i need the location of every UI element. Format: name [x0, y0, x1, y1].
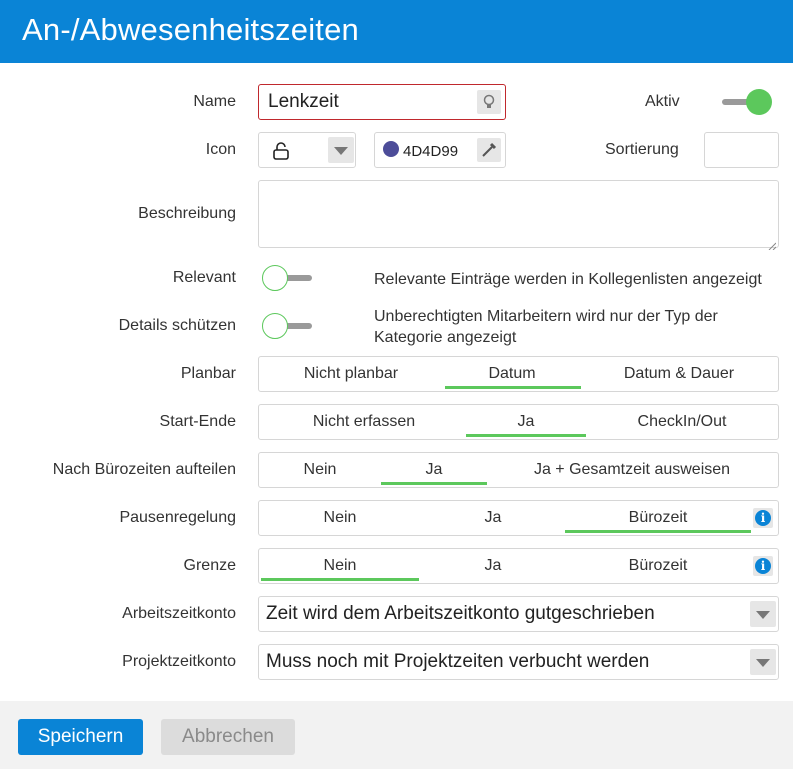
arbeitszeitkonto-value: Zeit wird dem Arbeitszeitkonto gutgeschr…: [266, 603, 655, 624]
planbar-segment: Nicht planbar Datum Datum & Dauer: [258, 356, 779, 392]
dialog-header: An-/Abwesenheitszeiten: [0, 0, 793, 63]
arbeitszeitkonto-label: Arbeitszeitkonto: [122, 605, 236, 622]
pausenregelung-segment: Nein Ja Bürozeit i: [258, 500, 779, 536]
projektzeitkonto-label: Projektzeitkonto: [122, 653, 236, 670]
dialog-title: An-/Abwesenheitszeiten: [22, 12, 359, 47]
buerozeiten-option-gesamtzeit[interactable]: Ja + Gesamtzeit ausweisen: [517, 453, 747, 487]
details-description-line2: Kategorie angezeigt: [374, 329, 517, 346]
relevant-description: Relevante Einträge werden in Kollegenlis…: [374, 271, 762, 288]
cancel-button[interactable]: Abbrechen: [161, 719, 295, 755]
grenze-label: Grenze: [183, 557, 236, 574]
chevron-down-icon[interactable]: [750, 649, 776, 675]
relevant-label: Relevant: [172, 269, 236, 286]
name-input[interactable]: Lenkzeit: [258, 84, 506, 120]
name-input-value: Lenkzeit: [268, 91, 339, 112]
buerozeiten-segment: Nein Ja Ja + Gesamtzeit ausweisen: [258, 452, 779, 488]
active-toggle[interactable]: [720, 89, 774, 117]
projektzeitkonto-select[interactable]: Muss noch mit Projektzeiten verbucht wer…: [258, 644, 779, 680]
sort-label: Sortierung: [605, 141, 679, 158]
lock-icon: [271, 141, 291, 161]
sort-input[interactable]: [704, 132, 779, 168]
start-ende-selected-indicator: [466, 434, 586, 437]
details-description-line1: Unberechtigten Mitarbeitern wird nur der…: [374, 308, 718, 325]
buerozeiten-selected-indicator: [381, 482, 487, 485]
form-body: Name Lenkzeit Aktiv Icon 4D4D99 Sortieru…: [0, 63, 793, 701]
grenze-segment: Nein Ja Bürozeit i: [258, 548, 779, 584]
icon-label: Icon: [205, 141, 236, 158]
color-swatch: [383, 141, 399, 157]
grenze-option-ja[interactable]: Ja: [423, 549, 563, 583]
description-label: Beschreibung: [138, 205, 236, 222]
arbeitszeitkonto-select[interactable]: Zeit wird dem Arbeitszeitkonto gutgeschr…: [258, 596, 779, 632]
grenze-selected-indicator: [261, 578, 419, 581]
start-ende-label: Start-Ende: [159, 413, 236, 430]
chevron-down-icon[interactable]: [328, 137, 354, 163]
planbar-option-datum-dauer[interactable]: Datum & Dauer: [599, 357, 759, 391]
info-icon[interactable]: i: [753, 508, 773, 528]
relevant-toggle[interactable]: [262, 265, 316, 293]
start-ende-option-nicht-erfassen[interactable]: Nicht erfassen: [289, 405, 439, 439]
details-label: Details schützen: [118, 317, 236, 334]
start-ende-segment: Nicht erfassen Ja CheckIn/Out: [258, 404, 779, 440]
planbar-label: Planbar: [180, 365, 236, 382]
buerozeiten-option-nein[interactable]: Nein: [279, 453, 361, 487]
pausenregelung-selected-indicator: [565, 530, 751, 533]
active-label: Aktiv: [645, 93, 680, 110]
planbar-option-nicht-planbar[interactable]: Nicht planbar: [271, 357, 431, 391]
start-ende-option-checkin[interactable]: CheckIn/Out: [609, 405, 755, 439]
resize-handle-icon[interactable]: [768, 237, 777, 251]
lightbulb-icon[interactable]: [477, 90, 501, 114]
name-label: Name: [193, 93, 236, 110]
chevron-down-icon[interactable]: [750, 601, 776, 627]
grenze-option-buerozeit[interactable]: Bürozeit: [565, 549, 751, 583]
projektzeitkonto-value: Muss noch mit Projektzeiten verbucht wer…: [266, 651, 650, 672]
pausenregelung-label: Pausenregelung: [119, 509, 236, 526]
pausenregelung-option-nein[interactable]: Nein: [269, 501, 411, 535]
eyedropper-icon[interactable]: [477, 138, 501, 162]
pausenregelung-option-ja[interactable]: Ja: [423, 501, 563, 535]
color-value: 4D4D99: [403, 143, 459, 160]
save-button[interactable]: Speichern: [18, 719, 143, 755]
description-textarea[interactable]: [258, 180, 779, 251]
planbar-selected-indicator: [445, 386, 581, 389]
details-toggle[interactable]: [262, 313, 316, 341]
color-input[interactable]: 4D4D99: [374, 132, 506, 168]
icon-select[interactable]: [258, 132, 356, 168]
info-icon[interactable]: i: [753, 556, 773, 576]
buerozeiten-label: Nach Bürozeiten aufteilen: [52, 461, 236, 478]
